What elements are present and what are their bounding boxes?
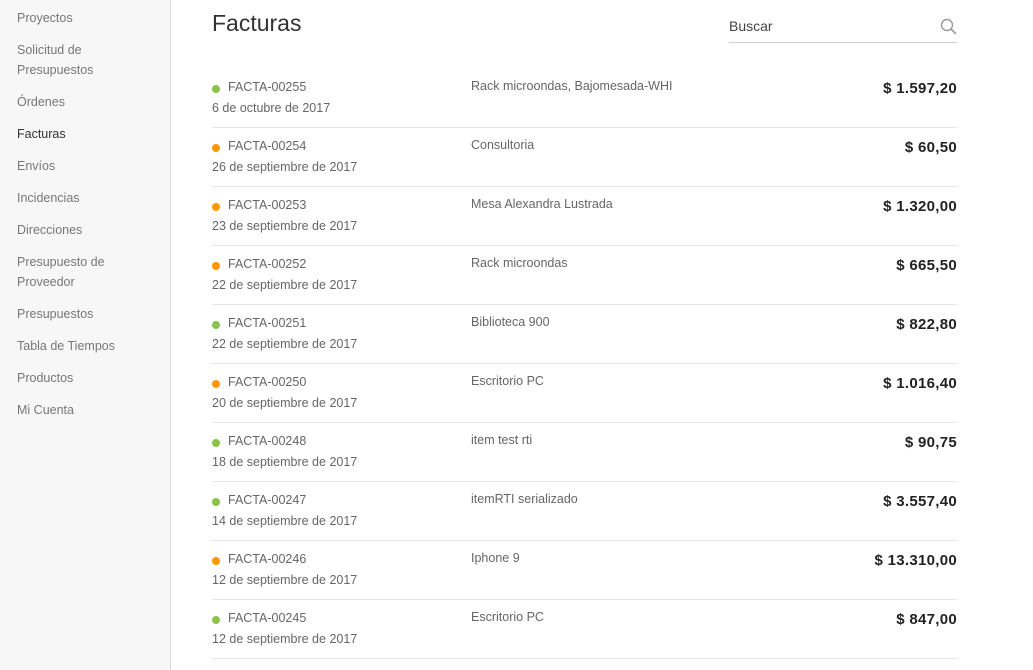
invoice-code[interactable]: FACTA-00254: [228, 139, 306, 153]
invoice-row[interactable]: FACTA-00254 26 de septiembre de 2017 Consu…: [212, 128, 957, 187]
invoice-description: Biblioteca 900: [471, 315, 550, 329]
sidebar-item-tabla-de-tiempos[interactable]: Tabla de Tiempos: [17, 336, 170, 356]
invoice-row[interactable]: FACTA-00248 18 de septiembre de 2017 item …: [212, 423, 957, 482]
status-dot-icon: [212, 380, 220, 388]
status-dot-icon: [212, 262, 220, 270]
invoice-date: 14 de septiembre de 2017: [212, 514, 358, 528]
search-icon[interactable]: [940, 18, 957, 35]
sidebar: Proyectos Solicitud de Presupuestos Órde…: [0, 0, 171, 670]
sidebar-item-productos[interactable]: Productos: [17, 368, 170, 388]
invoice-date: 23 de septiembre de 2017: [212, 219, 358, 233]
invoice-description: Rack microondas: [471, 256, 568, 270]
invoice-code[interactable]: FACTA-00252: [228, 257, 306, 271]
invoice-description: Consultoria: [471, 138, 535, 152]
invoice-row[interactable]: FACTA-00246 12 de septiembre de 2017 Iphon…: [212, 541, 957, 600]
invoice-date: 22 de septiembre de 2017: [212, 337, 358, 351]
invoice-amount: $ 822,80: [896, 316, 957, 333]
invoice-amount: $ 847,00: [896, 611, 957, 628]
status-dot-icon: [212, 439, 220, 447]
invoice-date: 18 de septiembre de 2017: [212, 455, 358, 469]
invoice-amount: $ 3.557,40: [883, 493, 957, 510]
status-dot-icon: [212, 144, 220, 152]
status-dot-icon: [212, 321, 220, 329]
page-title: Facturas: [212, 10, 302, 36]
invoice-description: itemRTI serializado: [471, 492, 578, 506]
invoice-description: Mesa Alexandra Lustrada: [471, 197, 613, 211]
sidebar-item-solicitud-de-presupuestos[interactable]: Solicitud de Presupuestos: [17, 40, 170, 80]
sidebar-item-incidencias[interactable]: Incidencias: [17, 188, 170, 208]
invoice-description: Rack microondas, Bajomesada-WHI: [471, 79, 673, 93]
sidebar-item-envios[interactable]: Envíos: [17, 156, 170, 176]
invoice-code[interactable]: FACTA-00245: [228, 611, 306, 625]
invoice-code[interactable]: FACTA-00248: [228, 434, 306, 448]
invoice-code[interactable]: FACTA-00250: [228, 375, 306, 389]
invoice-code[interactable]: FACTA-00255: [228, 80, 306, 94]
sidebar-item-facturas[interactable]: Facturas: [17, 124, 170, 144]
invoice-date: 12 de septiembre de 2017: [212, 573, 358, 587]
status-dot-icon: [212, 85, 220, 93]
invoice-date: 6 de octubre de 2017: [212, 101, 331, 115]
invoice-row[interactable]: FACTA-00245 12 de septiembre de 2017 Escri…: [212, 600, 957, 659]
invoice-amount: $ 1.320,00: [883, 198, 957, 215]
status-dot-icon: [212, 557, 220, 565]
invoice-code[interactable]: FACTA-00246: [228, 552, 306, 566]
invoice-row[interactable]: FACTA-00251 22 de septiembre de 2017 Bibli…: [212, 305, 957, 364]
status-dot-icon: [212, 203, 220, 211]
invoice-description: item test rti: [471, 433, 533, 447]
invoice-list: FACTA-00255 6 de octubre de 2017 Rack micr…: [212, 69, 957, 659]
sidebar-item-presupuestos[interactable]: Presupuestos: [17, 304, 170, 324]
invoice-description: Iphone 9: [471, 551, 520, 565]
invoice-description: Escritorio PC: [471, 610, 544, 624]
invoice-row[interactable]: FACTA-00253 23 de septiembre de 2017 Mesa …: [212, 187, 957, 246]
invoice-date: 20 de septiembre de 2017: [212, 396, 358, 410]
invoice-date: 22 de septiembre de 2017: [212, 278, 358, 292]
sidebar-item-direcciones[interactable]: Direcciones: [17, 220, 170, 240]
search-input[interactable]: [729, 12, 929, 40]
sidebar-item-presupuesto-de-proveedor[interactable]: Presupuesto de Proveedor: [17, 252, 170, 292]
invoice-row[interactable]: FACTA-00255 6 de octubre de 2017 Rack micr…: [212, 69, 957, 128]
invoice-row[interactable]: FACTA-00252 22 de septiembre de 2017 Rack …: [212, 246, 957, 305]
invoice-row[interactable]: FACTA-00250 20 de septiembre de 2017 Escri…: [212, 364, 957, 423]
invoice-date: 12 de septiembre de 2017: [212, 632, 358, 646]
sidebar-menu: Proyectos Solicitud de Presupuestos Órde…: [0, 0, 170, 420]
invoice-amount: $ 665,50: [896, 257, 957, 274]
status-dot-icon: [212, 498, 220, 506]
invoice-amount: $ 13.310,00: [874, 552, 957, 569]
invoice-amount: $ 90,75: [904, 434, 957, 451]
invoice-amount: $ 60,50: [904, 139, 957, 156]
sidebar-item-proyectos[interactable]: Proyectos: [17, 8, 170, 28]
invoice-row[interactable]: FACTA-00247 14 de septiembre de 2017 itemR…: [212, 482, 957, 541]
search-box: [729, 12, 957, 43]
invoice-code[interactable]: FACTA-00253: [228, 198, 306, 212]
invoice-amount: $ 1.016,40: [883, 375, 957, 392]
sidebar-item-ordenes[interactable]: Órdenes: [17, 92, 170, 112]
invoice-amount: $ 1.597,20: [883, 80, 957, 97]
invoice-description: Escritorio PC: [471, 374, 544, 388]
invoice-code[interactable]: FACTA-00251: [228, 316, 306, 330]
sidebar-item-mi-cuenta[interactable]: Mi Cuenta: [17, 400, 170, 420]
invoice-code[interactable]: FACTA-00247: [228, 493, 306, 507]
status-dot-icon: [212, 616, 220, 624]
invoice-date: 26 de septiembre de 2017: [212, 160, 358, 174]
